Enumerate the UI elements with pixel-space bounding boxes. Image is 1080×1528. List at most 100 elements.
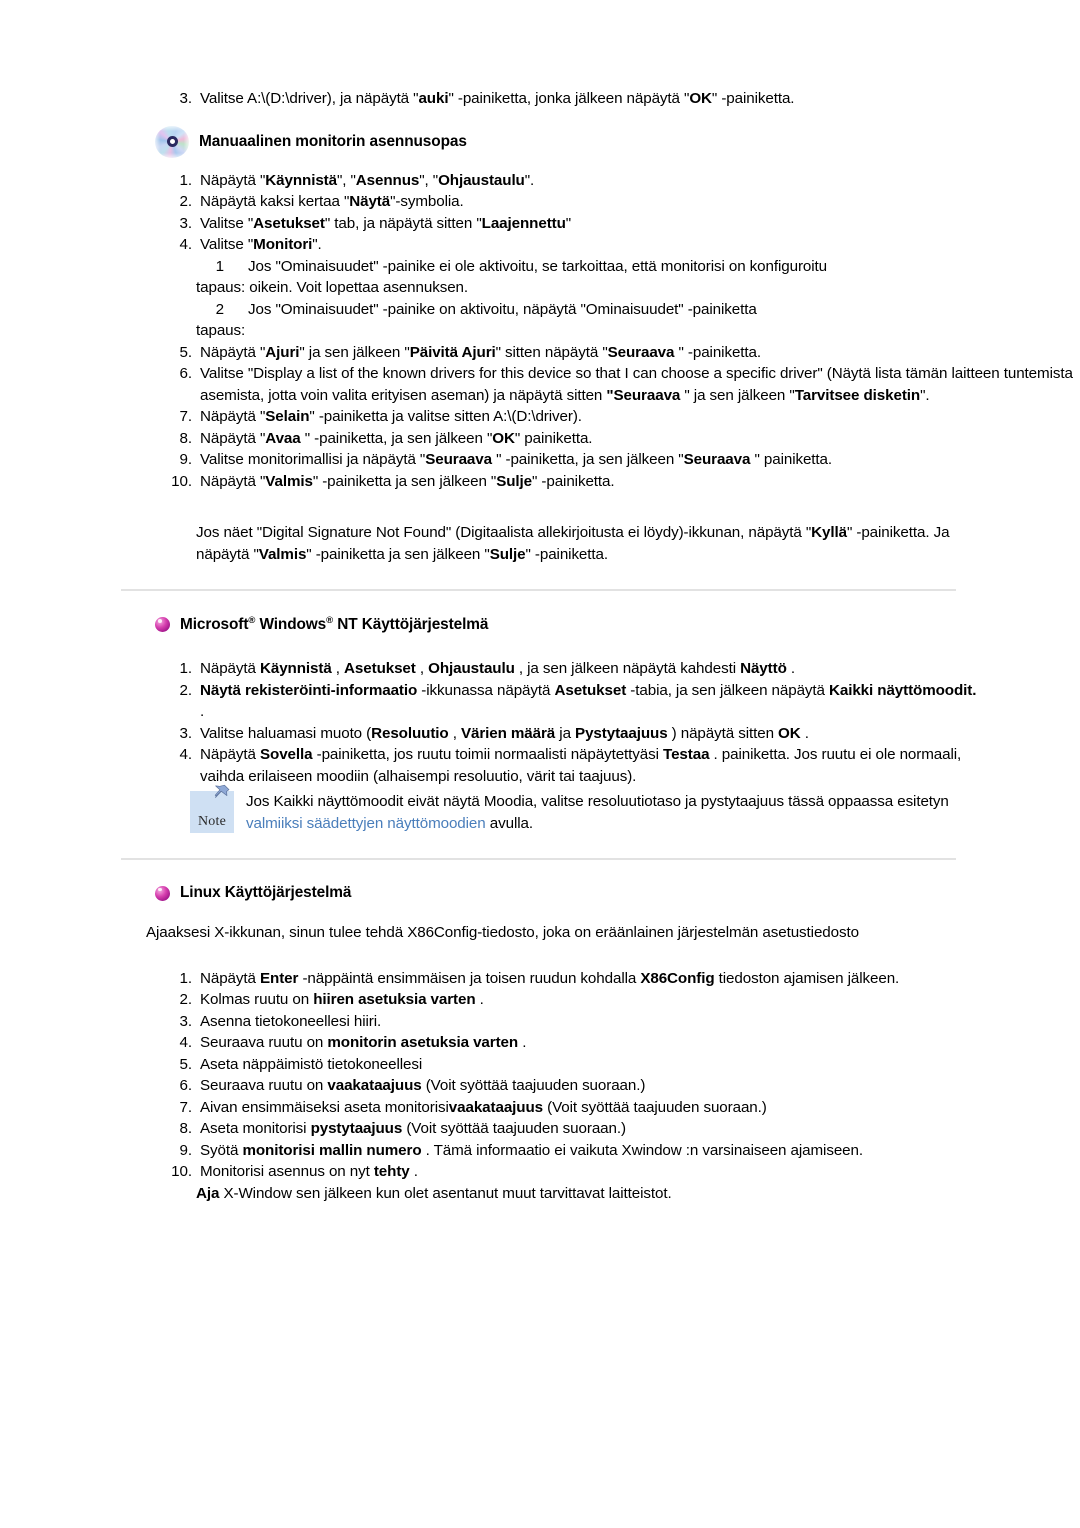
list-item: 3. Asenna tietokoneellesi hiiri.: [0, 1011, 1080, 1033]
list-item: 4. Seuraava ruutu on monitorin asetuksia…: [0, 1032, 1080, 1054]
list-item: 8. Aseta monitorisi pystytaajuus (Voit s…: [0, 1118, 1080, 1140]
list-item: 1. Näpäytä Käynnistä , Asetukset , Ohjau…: [0, 658, 1080, 680]
list-number: 1.: [179, 171, 193, 189]
list-number: 2.: [179, 991, 193, 1009]
manual-install-heading-label: Manuaalinen monitorin asennusopas: [199, 132, 467, 150]
list-text: Monitorisi asennus on nyt tehty .: [200, 1163, 418, 1181]
list-number: 10.: [171, 1163, 192, 1181]
list-text: Näpäytä Enter -näppäintä ensimmäisen ja …: [200, 969, 900, 987]
list-number: 2.: [179, 681, 193, 699]
sub-case-item: 2 Jos "Ominaisuudet" -painike on aktivoi…: [0, 299, 1080, 321]
list-text: Näpäytä "Käynnistä", "Asennus", "Ohjaust…: [200, 171, 535, 189]
pushpin-glyph-icon: [214, 784, 230, 799]
list-text: Näpäytä Käynnistä , Asetukset , Ohjausta…: [200, 660, 795, 678]
linux-final-line: Aja X-Window sen jälkeen kun olet asenta…: [196, 1184, 672, 1202]
list-text: Näpäytä Sovella -painiketta, jos ruutu t…: [200, 746, 962, 785]
list-item: 3. Valitse A:\(D:\driver), ja näpäytä "a…: [0, 30, 1080, 110]
list-text: Näpäytä "Avaa " -painiketta, ja sen jälk…: [200, 429, 593, 447]
sub-case-text: Jos "Ominaisuudet" -painike on aktivoitu…: [248, 300, 757, 318]
list-item: 4. Valitse "Monitori".: [0, 234, 1080, 256]
list-item: 6. Valitse "Display a list of the known …: [0, 363, 1080, 406]
gap: [0, 492, 1080, 522]
sub-case-number: 2: [215, 300, 224, 318]
gap: [0, 860, 1080, 884]
list-number: 3.: [179, 214, 193, 232]
linux-heading: Linux Käyttöjärjestelmä: [0, 884, 1080, 902]
note-callout: Note Jos Kaikki näyttömoodit eivät näytä…: [0, 784, 1080, 834]
list-number: 10.: [171, 472, 192, 490]
note-text: Jos Kaikki näyttömoodit eivät näytä Mood…: [246, 793, 949, 832]
list-number: 6.: [179, 1077, 193, 1095]
list-number: 4.: [179, 236, 193, 253]
top-spacer: [0, 0, 1080, 30]
list-text: Aseta näppäimistö tietokoneellesi: [200, 1055, 423, 1073]
list-item: 3. Valitse haluamasi muoto (Resoluutio ,…: [0, 723, 1080, 745]
list-number: 2.: [179, 193, 193, 210]
list-number: 8.: [179, 1120, 193, 1138]
list-item: 2. Kolmas ruutu on hiiren asetuksia vart…: [0, 989, 1080, 1011]
digital-signature-paragraph: Jos näet "Digital Signature Not Found" (…: [196, 524, 950, 563]
magenta-sphere-bullet-icon: [155, 885, 170, 901]
list-number: 3.: [179, 1012, 193, 1030]
list-number: 3.: [179, 90, 193, 107]
note-pin-icon: Note: [190, 784, 234, 834]
windows-nt-heading-label: Microsoft® Windows® NT Käyttöjärjestelmä: [170, 615, 488, 634]
sub-case-number: 1: [215, 257, 224, 275]
list-text: Näpäytä "Valmis" -painiketta ja sen jälk…: [200, 472, 615, 490]
list-item: 1. Näpäytä Enter -näppäintä ensimmäisen …: [0, 968, 1080, 990]
list-number: 9.: [179, 451, 193, 468]
list-number: 7.: [179, 408, 193, 425]
linux-heading-label: Linux Käyttöjärjestelmä: [180, 884, 352, 902]
list-item: 5. Näpäytä "Ajuri" ja sen jälkeen "Päivi…: [0, 342, 1080, 364]
list-text: Seuraava ruutu on vaakataajuus (Voit syö…: [200, 1077, 646, 1095]
list-item: 3. Valitse "Asetukset" tab, ja näpäytä s…: [0, 213, 1080, 235]
list-item: 1. Näpäytä "Käynnistä", "Asennus", "Ohja…: [0, 170, 1080, 192]
cd-disc-icon: [154, 124, 190, 159]
list-text: Valitse A:\(D:\driver), ja näpäytä "auki…: [200, 90, 795, 107]
list-number: 6.: [179, 365, 193, 382]
heading-word-microsoft: Microsoft: [180, 616, 249, 634]
list-text: Valitse monitorimallisi ja näpäytä "Seur…: [200, 451, 833, 468]
list-number: 1.: [179, 969, 193, 987]
gap: [0, 944, 1080, 968]
list-item: 7. Näpäytä "Selain" -painiketta ja valit…: [0, 406, 1080, 428]
manual-install-heading: Manuaalinen monitorin asennusopas: [0, 124, 1080, 159]
list-text: Kolmas ruutu on hiiren asetuksia varten …: [200, 991, 484, 1009]
list-text: Valitse "Monitori".: [200, 236, 322, 253]
list-text: Aseta monitorisi pystytaajuus (Voit syöt…: [200, 1120, 626, 1138]
list-number: 4.: [179, 746, 193, 764]
list-text: Valitse haluamasi muoto (Resoluutio , Vä…: [200, 724, 809, 742]
list-text: Asenna tietokoneellesi hiiri.: [200, 1012, 382, 1030]
list-number: 1.: [179, 660, 193, 678]
sub-case-label: tapaus:: [196, 322, 246, 339]
list-text: Näpäytä "Selain" -painiketta ja valitse …: [200, 408, 582, 425]
magenta-sphere-bullet-icon: [155, 617, 170, 633]
list-item: 7. Aivan ensimmäiseksi aseta monitorisiv…: [0, 1097, 1080, 1119]
list-number: 9.: [179, 1141, 193, 1159]
list-item: 6. Seuraava ruutu on vaakataajuus (Voit …: [0, 1075, 1080, 1097]
linux-steps-list: 1. Näpäytä Enter -näppäintä ensimmäisen …: [0, 968, 1080, 1183]
sub-case-label: tapaus: oikein. Voit lopettaa asennuksen…: [196, 279, 469, 296]
heading-word-windows: Windows: [255, 616, 327, 634]
list-item: 10. Näpäytä "Valmis" -painiketta ja sen …: [0, 471, 1080, 493]
gap: [0, 634, 1080, 658]
list-text: Syötä monitorisi mallin numero . Tämä in…: [200, 1141, 863, 1159]
list-text: Näpäytä "Ajuri" ja sen jälkeen "Päivitä …: [200, 343, 762, 361]
linux-intro-paragraph: Ajaaksesi X-ikkunan, sinun tulee tehdä X…: [146, 924, 859, 942]
note-label: Note: [197, 814, 226, 830]
list-text: Aivan ensimmäiseksi aseta monitorisivaak…: [200, 1098, 767, 1116]
list-text: Näpäytä kaksi kertaa "Näytä"-symbolia.: [200, 193, 464, 210]
list-item: 9. Valitse monitorimallisi ja näpäytä "S…: [0, 449, 1080, 471]
gap: [0, 591, 1080, 615]
sub-case-item: 1 Jos "Ominaisuudet" -painike ei ole akt…: [0, 256, 1080, 278]
list-text: Valitse "Asetukset" tab, ja näpäytä sitt…: [200, 214, 572, 232]
list-number: 5.: [179, 343, 193, 361]
list-number: 7.: [179, 1098, 193, 1116]
gap: [0, 902, 1080, 922]
list-text: Seuraava ruutu on monitorin asetuksia va…: [200, 1034, 527, 1052]
heading-word-nt: NT Käyttöjärjestelmä: [333, 616, 489, 634]
gap: [0, 834, 1080, 858]
list-item: 2. Näpäytä kaksi kertaa "Näytä"-symbolia…: [0, 191, 1080, 213]
gap: [0, 158, 1080, 170]
gap: [0, 110, 1080, 126]
